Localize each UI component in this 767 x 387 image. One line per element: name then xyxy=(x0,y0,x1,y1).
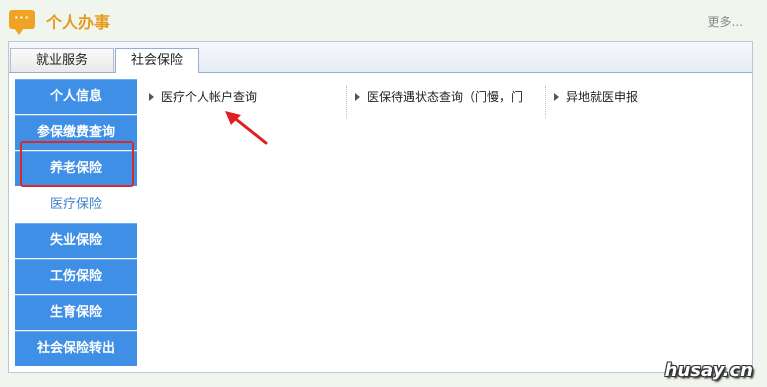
page-container: ··· 个人办事 更多... 就业服务 社会保险 个人信息 参保缴费查询 养老保… xyxy=(0,0,767,387)
link-label: 异地就医申报 xyxy=(566,90,639,104)
chevron-right-icon xyxy=(554,93,559,101)
link-label: 医保待遇状态查询（门慢，门 xyxy=(367,90,524,104)
chat-bubble-icon: ··· xyxy=(9,10,35,35)
chevron-right-icon xyxy=(355,93,360,101)
more-link[interactable]: 更多... xyxy=(708,13,743,30)
chevron-right-icon xyxy=(149,93,154,101)
section-header: ··· 个人办事 更多... xyxy=(0,0,767,40)
watermark: husay.cn xyxy=(664,360,753,381)
link-medical-benefit-status-query[interactable]: 医保待遇状态查询（门慢，门 xyxy=(346,86,547,118)
link-label: 医疗个人帐户查询 xyxy=(161,90,258,104)
sub-links: 医疗个人帐户查询 医保待遇状态查询（门慢，门 异地就医申报 xyxy=(147,86,747,118)
link-medical-account-query[interactable]: 医疗个人帐户查询 xyxy=(147,86,341,118)
chat-bubble-dots: ··· xyxy=(14,11,30,24)
sidebar-item-insurance-transfer-out[interactable]: 社会保险转出 xyxy=(15,331,137,366)
sidebar-item-maternity-insurance[interactable]: 生育保险 xyxy=(15,295,137,330)
sidebar-item-personal-info[interactable]: 个人信息 xyxy=(15,79,137,114)
tab-social-insurance[interactable]: 社会保险 xyxy=(115,48,199,73)
sidebar: 个人信息 参保缴费查询 养老保险 医疗保险 失业保险 工伤保险 生育保险 社会保… xyxy=(15,79,137,367)
sidebar-item-contribution-query[interactable]: 参保缴费查询 xyxy=(15,115,137,150)
content-panel: 就业服务 社会保险 个人信息 参保缴费查询 养老保险 医疗保险 失业保险 工伤保… xyxy=(8,41,753,373)
link-remote-medical-application[interactable]: 异地就医申报 xyxy=(545,86,726,118)
section-title: 个人办事 xyxy=(46,13,111,32)
sidebar-item-unemployment-insurance[interactable]: 失业保险 xyxy=(15,223,137,258)
tab-employment-services[interactable]: 就业服务 xyxy=(10,48,114,72)
tab-bar: 就业服务 社会保险 xyxy=(9,42,752,73)
sidebar-item-work-injury-insurance[interactable]: 工伤保险 xyxy=(15,259,137,294)
sidebar-item-medical-insurance[interactable]: 医疗保险 xyxy=(15,187,137,222)
sidebar-item-pension-insurance[interactable]: 养老保险 xyxy=(15,151,137,186)
